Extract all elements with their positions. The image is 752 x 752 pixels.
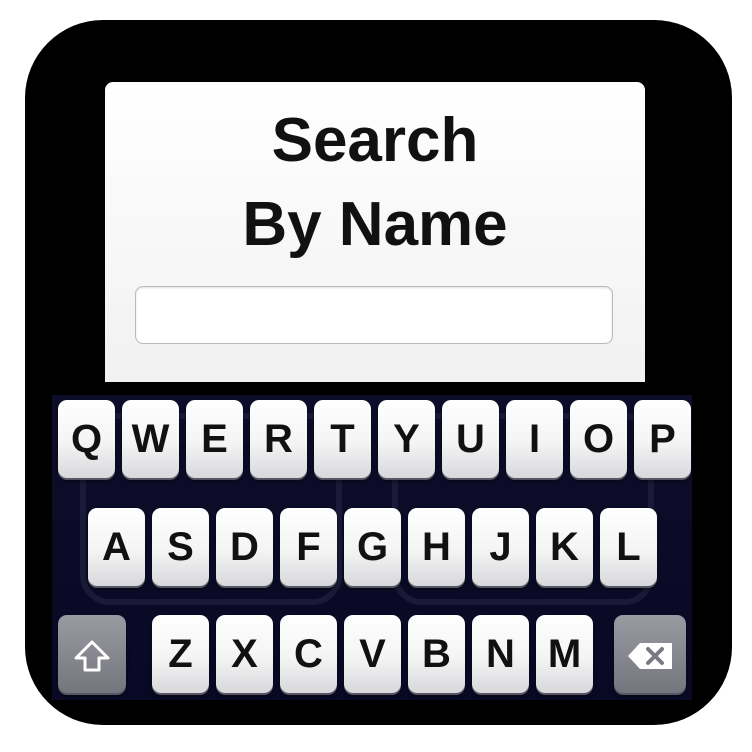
key-m[interactable]: M xyxy=(536,615,593,693)
key-a[interactable]: A xyxy=(88,508,145,586)
on-screen-keyboard: Q W E R T Y U I O P A S D F G H J K L Z … xyxy=(52,395,692,700)
key-d[interactable]: D xyxy=(216,508,273,586)
key-r[interactable]: R xyxy=(250,400,307,478)
key-i[interactable]: I xyxy=(506,400,563,478)
key-v[interactable]: V xyxy=(344,615,401,693)
key-x[interactable]: X xyxy=(216,615,273,693)
key-h[interactable]: H xyxy=(408,508,465,586)
search-input[interactable] xyxy=(135,286,613,344)
key-f[interactable]: F xyxy=(280,508,337,586)
key-z[interactable]: Z xyxy=(152,615,209,693)
key-j[interactable]: J xyxy=(472,508,529,586)
key-e[interactable]: E xyxy=(186,400,243,478)
page-title-line2: By Name xyxy=(242,190,508,259)
shift-key[interactable] xyxy=(58,615,126,693)
shift-arrow-icon xyxy=(74,640,110,672)
key-g[interactable]: G xyxy=(344,508,401,586)
key-t[interactable]: T xyxy=(314,400,371,478)
key-s[interactable]: S xyxy=(152,508,209,586)
key-p[interactable]: P xyxy=(634,400,691,478)
key-l[interactable]: L xyxy=(600,508,657,586)
key-q[interactable]: Q xyxy=(58,400,115,478)
search-panel: Search By Name xyxy=(105,82,645,382)
backspace-icon xyxy=(628,643,672,670)
key-b[interactable]: B xyxy=(408,615,465,693)
page-title-line1: Search xyxy=(271,106,479,175)
key-y[interactable]: Y xyxy=(378,400,435,478)
key-k[interactable]: K xyxy=(536,508,593,586)
key-u[interactable]: U xyxy=(442,400,499,478)
key-c[interactable]: C xyxy=(280,615,337,693)
key-n[interactable]: N xyxy=(472,615,529,693)
key-w[interactable]: W xyxy=(122,400,179,478)
key-o[interactable]: O xyxy=(570,400,627,478)
backspace-key[interactable] xyxy=(614,615,686,693)
